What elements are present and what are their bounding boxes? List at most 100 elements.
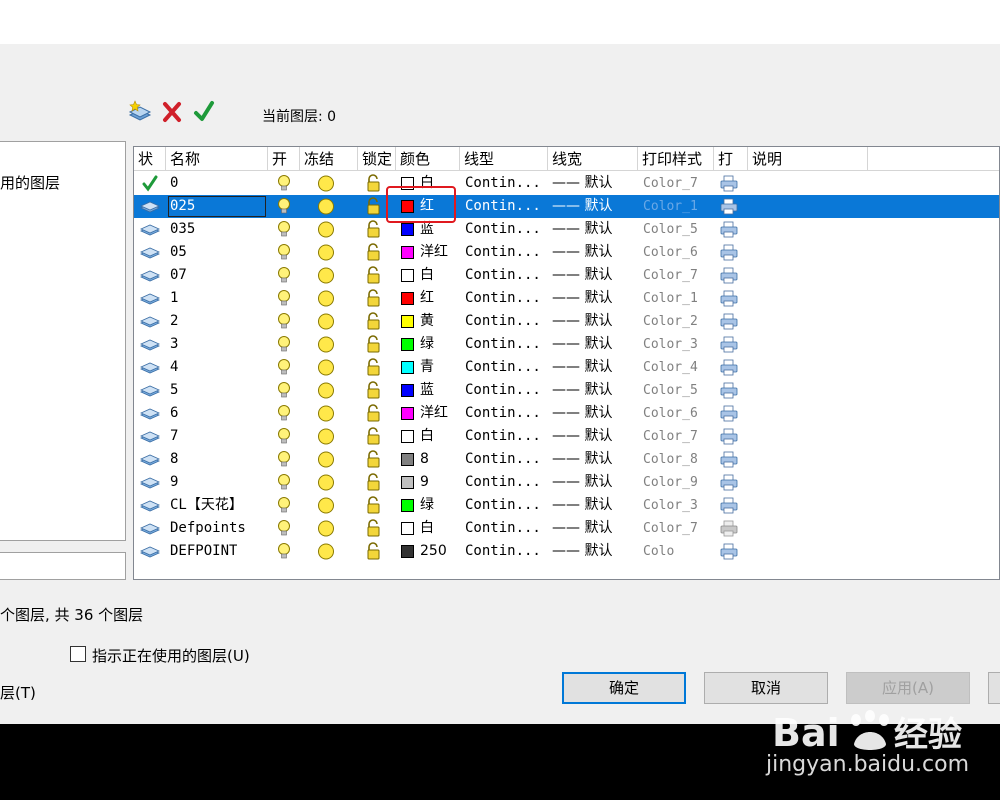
lock-icon[interactable] [364,450,384,469]
column-header[interactable]: 线宽 [548,147,638,171]
layer-name[interactable]: 2 [170,310,178,333]
color-swatch[interactable] [401,315,414,328]
color-name[interactable]: 青 [420,356,434,379]
on-bulb-icon[interactable] [274,473,294,492]
on-bulb-icon[interactable] [274,243,294,262]
freeze-sun-icon[interactable] [316,266,336,285]
layer-name[interactable]: 07 [170,264,187,287]
freeze-sun-icon[interactable] [316,197,336,216]
layer-list[interactable]: 状名称开冻结 锁定 颜色 线型 线宽 打印样式打说明 0 白 Contin... —— 默认 Co… [133,146,1000,580]
printer-disabled-icon[interactable] [719,519,739,538]
linetype[interactable]: Contin... [465,310,541,333]
column-header[interactable]: 冻结 [300,147,358,171]
printer-icon[interactable] [719,381,739,400]
on-bulb-icon[interactable] [274,335,294,354]
layer-name[interactable]: 035 [170,218,195,241]
column-header[interactable]: 打 [714,147,748,171]
freeze-sun-icon[interactable] [316,335,336,354]
current-check-icon[interactable] [140,174,160,193]
color-swatch[interactable] [401,269,414,282]
layer-row[interactable]: Defpoints 白 Contin... —— 默认 Color_7 [134,517,999,540]
printer-icon[interactable] [719,404,739,423]
linetype[interactable]: Contin... [465,218,541,241]
printer-icon[interactable] [719,473,739,492]
layer-row[interactable]: 035 蓝 Contin... —— 默认 Color_5 [134,218,999,241]
column-header[interactable]: 开 [268,147,300,171]
layer-status-icon[interactable] [140,289,160,308]
printer-icon[interactable] [719,289,739,308]
layer-row[interactable]: 07 白 Contin... —— 默认 Color_7 [134,264,999,287]
ok-button[interactable]: 确定 [562,672,686,704]
linetype[interactable]: Contin... [465,172,541,195]
layer-name[interactable]: 7 [170,425,178,448]
on-bulb-icon[interactable] [274,266,294,285]
color-swatch[interactable] [401,430,414,443]
layer-status-icon[interactable] [140,381,160,400]
printer-icon[interactable] [719,243,739,262]
lock-icon[interactable] [364,542,384,561]
linetype[interactable]: Contin... [465,448,541,471]
color-name[interactable]: 红 [420,287,434,310]
color-swatch[interactable] [401,522,414,535]
layer-name[interactable]: 1 [170,287,178,310]
lineweight[interactable]: —— 默认 [552,356,612,379]
lineweight[interactable]: —— 默认 [552,379,612,402]
color-swatch[interactable] [401,384,414,397]
freeze-sun-icon[interactable] [316,542,336,561]
lock-icon[interactable] [364,220,384,239]
layer-status-icon[interactable] [140,496,160,515]
layer-status-icon[interactable] [140,542,160,561]
layer-row[interactable]: 9 9 Contin... —— 默认 Color_9 [134,471,999,494]
linetype[interactable]: Contin... [465,241,541,264]
set-current-icon[interactable] [192,100,216,124]
on-bulb-icon[interactable] [274,220,294,239]
lineweight[interactable]: —— 默认 [552,425,612,448]
layer-row[interactable]: 4 青 Contin... —— 默认 Color_4 [134,356,999,379]
lineweight[interactable]: —— 默认 [552,517,612,540]
freeze-sun-icon[interactable] [316,427,336,446]
freeze-sun-icon[interactable] [316,473,336,492]
color-name[interactable]: 洋红 [420,402,448,425]
linetype[interactable]: Contin... [465,287,541,310]
freeze-sun-icon[interactable] [316,496,336,515]
delete-layer-icon[interactable] [160,100,184,124]
on-bulb-icon[interactable] [274,289,294,308]
layer-status-icon[interactable] [140,427,160,446]
color-swatch[interactable] [401,338,414,351]
linetype[interactable]: Contin... [465,540,541,563]
layer-name[interactable]: DEFPOINT [170,540,237,563]
lock-icon[interactable] [364,289,384,308]
printer-icon[interactable] [719,542,739,561]
column-header[interactable]: 线型 [460,147,548,171]
freeze-sun-icon[interactable] [316,243,336,262]
column-header[interactable]: 锁定 [358,147,396,171]
linetype[interactable]: Contin... [465,379,541,402]
lock-icon[interactable] [364,243,384,262]
layer-row[interactable]: 05 洋红 Contin... —— 默认 Color_6 [134,241,999,264]
linetype[interactable]: Contin... [465,333,541,356]
freeze-sun-icon[interactable] [316,519,336,538]
linetype[interactable]: Contin... [465,356,541,379]
color-swatch[interactable] [401,407,414,420]
lineweight[interactable]: —— 默认 [552,471,612,494]
layer-name[interactable]: 8 [170,448,178,471]
layer-status-icon[interactable] [140,220,160,239]
color-swatch[interactable] [401,453,414,466]
lineweight[interactable]: —— 默认 [552,218,612,241]
color-swatch[interactable] [401,246,414,259]
lock-icon[interactable] [364,266,384,285]
color-name[interactable]: 250 [420,540,447,563]
lineweight[interactable]: —— 默认 [552,333,612,356]
lock-icon[interactable] [364,404,384,423]
color-swatch[interactable] [401,361,414,374]
column-header[interactable]: 状 [134,147,166,171]
freeze-sun-icon[interactable] [316,358,336,377]
lock-icon[interactable] [364,358,384,377]
printer-icon[interactable] [719,220,739,239]
layer-row[interactable]: 7 白 Contin... —— 默认 Color_7 [134,425,999,448]
lineweight[interactable]: —— 默认 [552,448,612,471]
layer-filter-tree[interactable]: 用的图层 [0,141,126,541]
linetype[interactable]: Contin... [465,494,541,517]
search-layer-input[interactable] [0,552,126,580]
show-used-layers-checkbox[interactable] [70,646,86,662]
